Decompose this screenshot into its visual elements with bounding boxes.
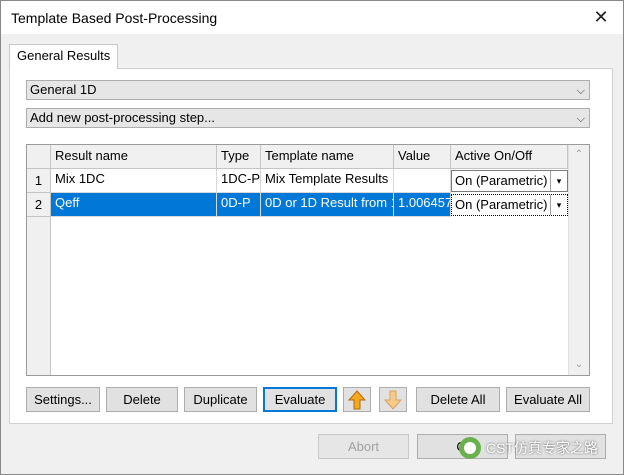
cell-type[interactable]: 1DC-P <box>217 169 261 193</box>
evaluate-all-button[interactable]: Evaluate All <box>506 387 590 412</box>
move-down-button[interactable] <box>379 387 407 412</box>
move-up-button[interactable] <box>343 387 371 412</box>
active-dropdown[interactable]: On (Parametric) ▾ <box>451 194 568 216</box>
window-title: Template Based Post-Processing <box>11 10 218 26</box>
column-header-type[interactable]: Type <box>217 145 261 169</box>
add-step-value: Add new post-processing step... <box>30 110 215 125</box>
close-icon[interactable]: ✕ <box>579 1 623 34</box>
cell-result-name[interactable]: Qeff <box>51 193 217 217</box>
chevron-down-icon: ⌵ <box>576 113 585 125</box>
chevron-down-icon: ⌵ <box>576 85 585 97</box>
table-empty-area <box>51 217 568 375</box>
post-processing-dialog: Template Based Post-Processing ✕ General… <box>0 0 624 475</box>
wechat-logo-icon <box>459 437 481 459</box>
cell-type[interactable]: 0D-P <box>217 193 261 217</box>
evaluate-button[interactable]: Evaluate <box>263 387 337 412</box>
arrow-up-icon <box>348 389 366 409</box>
dropdown-arrow-icon[interactable]: ▾ <box>550 171 567 191</box>
corner-header <box>27 145 51 169</box>
abort-button[interactable]: Abort <box>318 434 409 459</box>
vertical-scrollbar[interactable]: ⌃ ⌄ <box>568 145 589 375</box>
cell-template-name[interactable]: Mix Template Results <box>261 169 394 193</box>
cell-value[interactable]: 1.0064578 <box>394 193 451 217</box>
column-header-value[interactable]: Value <box>394 145 451 169</box>
tab-general-results[interactable]: General Results <box>9 44 119 69</box>
arrow-down-icon <box>384 390 402 410</box>
column-header-result-name[interactable]: Result name <box>51 145 217 169</box>
result-type-value: General 1D <box>30 82 97 97</box>
delete-button[interactable]: Delete <box>106 387 178 412</box>
column-header-template-name[interactable]: Template name <box>261 145 394 169</box>
watermark-text: CST仿真专家之路 <box>486 440 598 456</box>
dropdown-arrow-icon[interactable]: ▾ <box>550 195 567 215</box>
cell-result-name[interactable]: Mix 1DC <box>51 169 217 193</box>
results-table: Result name Type Template name Value Act… <box>26 144 590 376</box>
cell-value[interactable] <box>394 169 451 193</box>
result-type-combo[interactable]: General 1D ⌵ <box>26 80 590 100</box>
cell-template-name[interactable]: 0D or 1D Result from 1D <box>261 193 394 217</box>
active-dropdown-value: On (Parametric) <box>455 197 548 212</box>
settings-button[interactable]: Settings... <box>26 387 100 412</box>
scroll-down-icon[interactable]: ⌄ <box>569 356 589 374</box>
column-header-active[interactable]: Active On/Off <box>451 145 568 169</box>
watermark: CST仿真专家之路 <box>459 435 598 461</box>
add-step-combo[interactable]: Add new post-processing step... ⌵ <box>26 108 590 128</box>
delete-all-button[interactable]: Delete All <box>416 387 500 412</box>
title-bar: Template Based Post-Processing ✕ <box>1 1 623 34</box>
row-header-empty <box>27 217 51 375</box>
active-dropdown-value: On (Parametric) <box>455 173 548 188</box>
row-header[interactable]: 2 <box>27 193 51 217</box>
row-header[interactable]: 1 <box>27 169 51 193</box>
duplicate-button[interactable]: Duplicate <box>184 387 257 412</box>
active-dropdown[interactable]: On (Parametric) ▾ <box>451 170 568 192</box>
scroll-up-icon[interactable]: ⌃ <box>569 146 589 164</box>
